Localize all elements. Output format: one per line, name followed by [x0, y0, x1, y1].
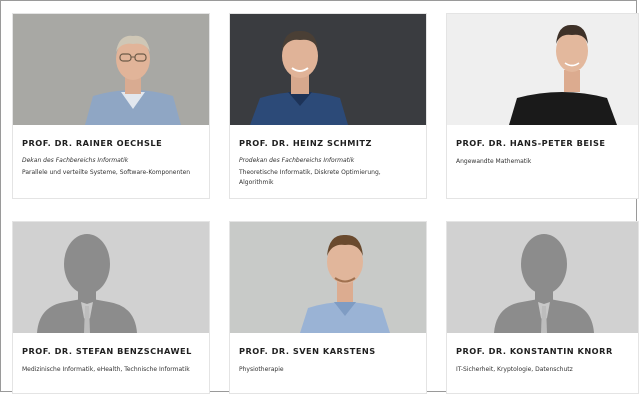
- professor-areas: Physiotherapie: [239, 366, 284, 373]
- professor-areas: Angewandte Mathematik: [456, 158, 532, 165]
- professor-areas: IT-Sicherheit, Kryptologie, Datenschutz: [456, 366, 573, 373]
- professor-card[interactable]: PROF. DR. RAINER OECHSLE Dekan des Fachb…: [12, 13, 210, 199]
- portrait-photo[interactable]: [13, 14, 209, 125]
- professor-card[interactable]: PROF. DR. SVEN KARSTENS Physiotherapie: [229, 221, 427, 394]
- professor-name[interactable]: PROF. DR. SVEN KARSTENS: [239, 346, 376, 356]
- professor-areas: Parallele und verteilte Systeme, Softwar…: [22, 169, 191, 176]
- professor-card[interactable]: PROF. DR. KONSTANTIN KNORR IT-Sicherheit…: [446, 221, 639, 394]
- professor-name[interactable]: PROF. DR. HEINZ SCHMITZ: [239, 138, 372, 148]
- portrait-photo[interactable]: [230, 222, 426, 333]
- professor-card[interactable]: PROF. DR. HEINZ SCHMITZ Prodekan des Fac…: [229, 13, 427, 199]
- professor-name[interactable]: PROF. DR. STEFAN BENZSCHAWEL: [22, 346, 192, 356]
- portrait-photo[interactable]: [447, 14, 638, 125]
- placeholder-person-icon[interactable]: [13, 222, 209, 333]
- professor-card[interactable]: PROF. DR. HANS-PETER BEISE Angewandte Ma…: [446, 13, 639, 199]
- professor-name[interactable]: PROF. DR. RAINER OECHSLE: [22, 138, 162, 148]
- professor-areas: Medizinische Informatik, eHealth, Techni…: [22, 366, 190, 373]
- professor-name[interactable]: PROF. DR. HANS-PETER BEISE: [456, 138, 605, 148]
- professor-name[interactable]: PROF. DR. KONSTANTIN KNORR: [456, 346, 613, 356]
- professor-card[interactable]: PROF. DR. STEFAN BENZSCHAWEL Medizinisch…: [12, 221, 210, 394]
- portrait-photo[interactable]: [230, 14, 426, 125]
- professor-role: Prodekan des Fachbereichs Informatik: [239, 157, 355, 164]
- professor-areas: Theoretische Informatik, Diskrete Optimi…: [239, 169, 381, 186]
- placeholder-person-icon[interactable]: [447, 222, 638, 333]
- professor-role: Dekan des Fachbereichs Informatik: [22, 157, 129, 164]
